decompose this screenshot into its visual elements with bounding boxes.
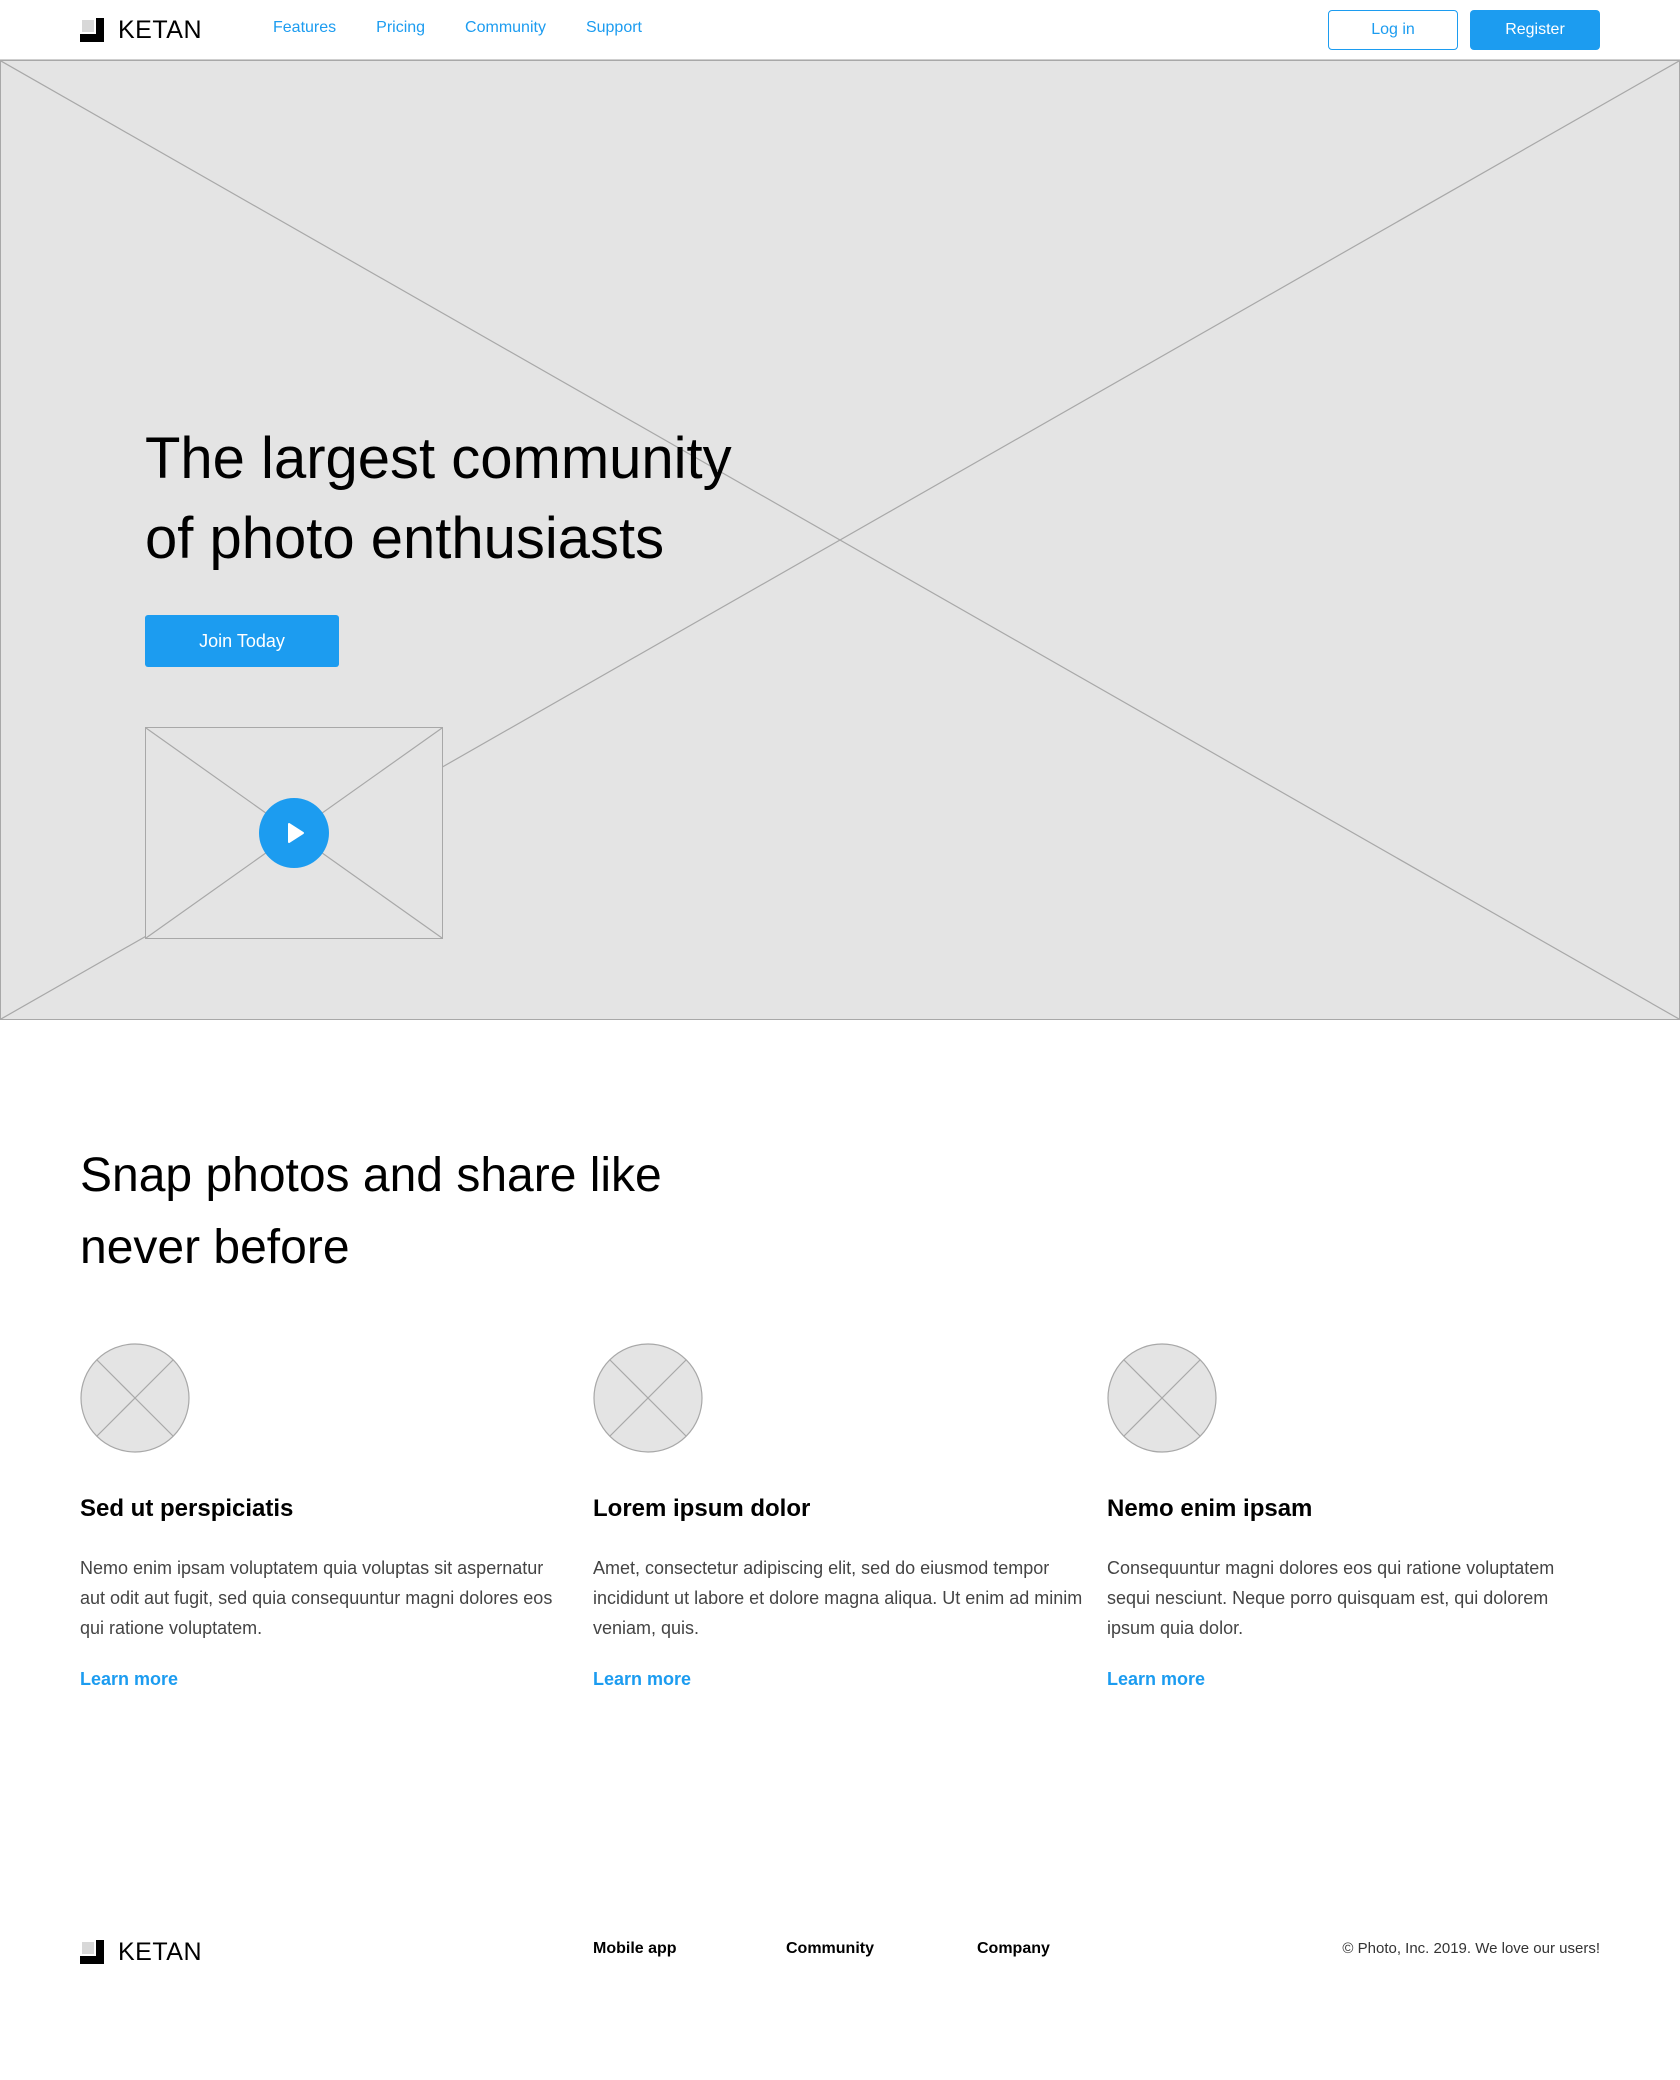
feature-image-placeholder-icon — [1107, 1343, 1217, 1453]
feature-text: Consequuntur magni dolores eos qui ratio… — [1107, 1558, 1555, 1638]
nav-features[interactable]: Features — [273, 19, 336, 37]
hero-title-line1: The largest community — [145, 426, 732, 491]
feature-image-placeholder-icon — [80, 1343, 190, 1453]
feature-card: Lorem ipsum dolor Amet, consectetur adip… — [593, 1343, 1083, 1689]
play-button[interactable] — [259, 798, 329, 868]
main-nav: Features Pricing Community Support — [273, 19, 642, 37]
footer-link-mobile-app[interactable]: Mobile app — [593, 1940, 677, 1958]
footer-logo-text: KETAN — [118, 1937, 202, 1966]
logo-text: KETAN — [118, 15, 202, 44]
feature-card: Sed ut perspiciatis Nemo enim ipsam volu… — [80, 1343, 570, 1689]
feature-heading: Lorem ipsum dolor — [593, 1495, 811, 1522]
nav-community[interactable]: Community — [465, 19, 546, 37]
learn-more-link[interactable]: Learn more — [1107, 1669, 1205, 1690]
footer-link-company[interactable]: Company — [977, 1940, 1050, 1958]
hero-title: The largest community of photo enthusias… — [145, 419, 865, 579]
feature-image-placeholder-icon — [593, 1343, 703, 1453]
play-icon — [288, 823, 304, 843]
feature-card: Nemo enim ipsam Consequuntur magni dolor… — [1107, 1343, 1597, 1689]
hero-image-placeholder: The largest community of photo enthusias… — [0, 60, 1680, 1020]
section-title-line2: never before — [80, 1221, 350, 1274]
logo[interactable]: KETAN — [80, 14, 202, 46]
learn-more-link[interactable]: Learn more — [80, 1669, 178, 1690]
section-title-line1: Snap photos and share like — [80, 1149, 662, 1202]
feature-heading: Sed ut perspiciatis — [80, 1495, 294, 1522]
feature-text: Nemo enim ipsam voluptatem quia voluptas… — [80, 1558, 553, 1638]
nav-pricing[interactable]: Pricing — [376, 19, 425, 37]
join-today-button[interactable]: Join Today — [145, 615, 339, 667]
footer-logo[interactable]: KETAN — [80, 1936, 202, 1968]
logo-icon — [80, 18, 104, 42]
register-button[interactable]: Register — [1470, 10, 1600, 50]
footer-link-community[interactable]: Community — [786, 1940, 874, 1958]
nav-support[interactable]: Support — [586, 19, 642, 37]
section-title: Snap photos and share like never before — [80, 1140, 840, 1284]
logo-icon — [80, 1940, 104, 1964]
site-header: KETAN Features Pricing Community Support… — [0, 0, 1680, 60]
video-thumbnail[interactable] — [145, 727, 443, 939]
hero-title-line2: of photo enthusiasts — [145, 506, 665, 571]
feature-heading: Nemo enim ipsam — [1107, 1495, 1313, 1522]
feature-text: Amet, consectetur adipiscing elit, sed d… — [593, 1558, 1083, 1638]
login-button[interactable]: Log in — [1328, 10, 1458, 50]
learn-more-link[interactable]: Learn more — [593, 1669, 691, 1690]
copyright-text: © Photo, Inc. 2019. We love our users! — [1342, 1940, 1600, 1957]
